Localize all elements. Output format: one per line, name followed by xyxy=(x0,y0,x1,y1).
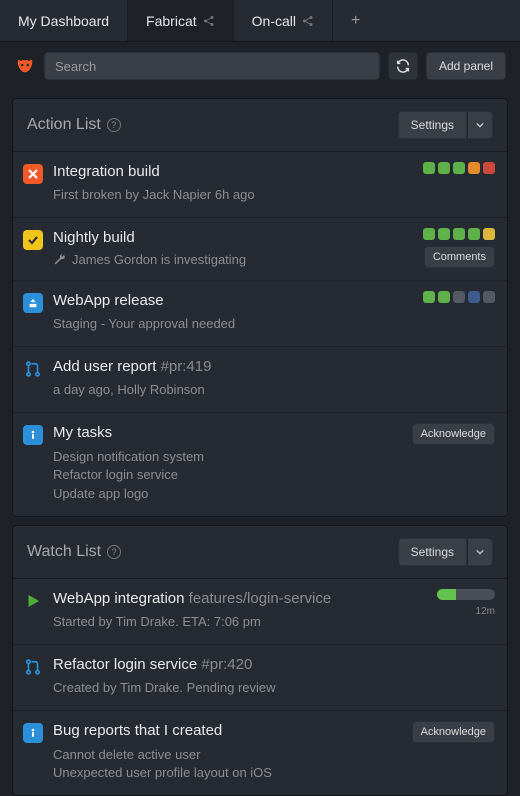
tab-add[interactable]: + xyxy=(333,0,378,41)
peg xyxy=(423,228,435,240)
help-icon[interactable]: ? xyxy=(107,545,121,559)
progress-fill xyxy=(437,589,456,600)
settings-caret[interactable] xyxy=(467,538,493,566)
status-error-icon xyxy=(23,164,43,184)
peg xyxy=(438,291,450,303)
build-history-pegs xyxy=(423,291,495,303)
settings-caret[interactable] xyxy=(467,111,493,139)
peg xyxy=(468,291,480,303)
item-title: Bug reports that I created xyxy=(53,721,394,741)
panel-title: Watch List xyxy=(27,543,101,561)
panel-header: Watch List ? Settings xyxy=(13,526,507,579)
pr-tag: #pr:419 xyxy=(161,358,212,375)
watch-list-panel: Watch List ? Settings WebApp integration… xyxy=(12,525,508,796)
share-icon xyxy=(203,15,215,27)
pr-tag: #pr:420 xyxy=(201,656,252,673)
panel-header: Action List ? Settings xyxy=(13,99,507,152)
refresh-icon xyxy=(395,58,411,74)
panel-title: Action List xyxy=(27,116,101,134)
progress-bar xyxy=(437,589,495,600)
pull-request-icon xyxy=(23,359,43,379)
branch-tag: features/login-service xyxy=(189,590,332,607)
peg xyxy=(468,162,480,174)
settings-button[interactable]: Settings xyxy=(398,111,467,139)
peg xyxy=(423,162,435,174)
tab-label: My Dashboard xyxy=(18,13,109,29)
peg xyxy=(438,228,450,240)
tab-fabricat[interactable]: Fabricat xyxy=(128,0,234,41)
action-item-my-tasks[interactable]: My tasks Design notification system Refa… xyxy=(13,413,507,516)
action-list-panel: Action List ? Settings Integration build… xyxy=(12,98,508,517)
action-item-integration-build[interactable]: Integration build First broken by Jack N… xyxy=(13,152,507,218)
item-subtitle: James Gordon is investigating xyxy=(72,252,246,267)
button-label: Settings xyxy=(411,118,454,132)
peg xyxy=(453,228,465,240)
item-title: My tasks xyxy=(53,423,394,443)
tab-oncall[interactable]: On-call xyxy=(234,0,333,41)
build-history-pegs xyxy=(423,162,495,174)
tab-label: On-call xyxy=(252,13,296,29)
build-history-pegs xyxy=(423,228,495,240)
help-icon[interactable]: ? xyxy=(107,118,121,132)
watch-item-webapp-integration[interactable]: WebApp integration features/login-servic… xyxy=(13,579,507,645)
chevron-down-icon xyxy=(476,121,484,129)
peg xyxy=(453,291,465,303)
tab-label: Fabricat xyxy=(146,13,197,29)
play-icon xyxy=(23,591,43,611)
settings-button[interactable]: Settings xyxy=(398,538,467,566)
button-label: Settings xyxy=(411,545,454,559)
peg xyxy=(438,162,450,174)
action-item-nightly-build[interactable]: Nightly build James Gordon is investigat… xyxy=(13,218,507,281)
peg xyxy=(453,162,465,174)
release-icon xyxy=(23,293,43,313)
tab-my-dashboard[interactable]: My Dashboard xyxy=(0,0,128,41)
settings-split-button: Settings xyxy=(398,538,493,566)
action-item-add-user-report[interactable]: Add user report #pr:419 a day ago, Holly… xyxy=(13,347,507,413)
status-warning-icon xyxy=(23,230,43,250)
button-label: Comments xyxy=(433,251,486,263)
watch-item-bug-reports[interactable]: Bug reports that I created Cannot delete… xyxy=(13,711,507,795)
item-title: WebApp release xyxy=(53,291,405,311)
item-subtitle: Started by Tim Drake. ETA: 7:06 pm xyxy=(53,613,419,632)
item-title: WebApp integration features/login-servic… xyxy=(53,589,419,609)
item-title: Integration build xyxy=(53,162,405,182)
peg xyxy=(483,162,495,174)
acknowledge-button[interactable]: Acknowledge xyxy=(412,423,495,445)
app-logo xyxy=(14,55,36,77)
acknowledge-button[interactable]: Acknowledge xyxy=(412,721,495,743)
plus-icon: + xyxy=(351,12,360,30)
peg xyxy=(483,291,495,303)
item-subtitle: Created by Tim Drake. Pending review xyxy=(53,679,495,698)
watch-item-refactor-login[interactable]: Refactor login service #pr:420 Created b… xyxy=(13,645,507,711)
chevron-down-icon xyxy=(476,548,484,556)
toolbar: Add panel xyxy=(0,42,520,90)
pull-request-icon xyxy=(23,657,43,677)
peg xyxy=(468,228,480,240)
wrench-icon xyxy=(53,253,66,266)
peg xyxy=(483,228,495,240)
item-subtitle: First broken by Jack Napier 6h ago xyxy=(53,186,405,205)
add-panel-button[interactable]: Add panel xyxy=(426,52,506,80)
elapsed-time: 12m xyxy=(476,606,495,617)
comments-button[interactable]: Comments xyxy=(424,246,495,268)
item-bug-lines: Cannot delete active user Unexpected use… xyxy=(53,746,394,784)
item-subtitle: a day ago, Holly Robinson xyxy=(53,381,495,400)
button-label: Acknowledge xyxy=(421,726,486,738)
refresh-button[interactable] xyxy=(388,52,418,80)
button-label: Acknowledge xyxy=(421,428,486,440)
item-title: Add user report #pr:419 xyxy=(53,357,495,377)
item-task-lines: Design notification system Refactor logi… xyxy=(53,448,394,505)
item-title: Refactor login service #pr:420 xyxy=(53,655,495,675)
info-icon xyxy=(23,723,43,743)
settings-split-button: Settings xyxy=(398,111,493,139)
item-title: Nightly build xyxy=(53,228,405,248)
info-icon xyxy=(23,425,43,445)
action-item-webapp-release[interactable]: WebApp release Staging - Your approval n… xyxy=(13,281,507,347)
search-input[interactable] xyxy=(44,52,380,80)
button-label: Add panel xyxy=(439,59,493,73)
tab-bar: My Dashboard Fabricat On-call + xyxy=(0,0,520,42)
peg xyxy=(423,291,435,303)
item-subtitle: Staging - Your approval needed xyxy=(53,315,405,334)
share-icon xyxy=(302,15,314,27)
